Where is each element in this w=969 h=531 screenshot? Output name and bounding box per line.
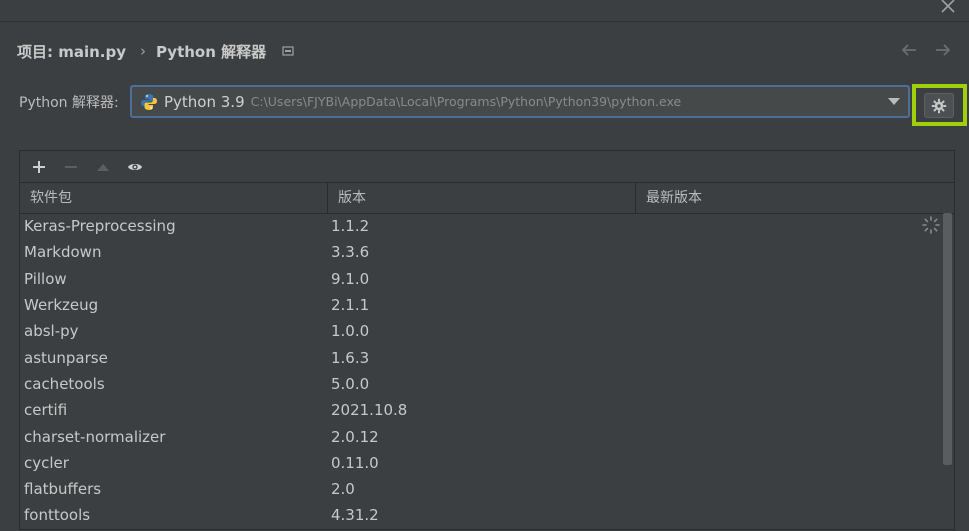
loading-spinner-icon [922,216,940,234]
package-version: 2.1.1 [331,296,370,315]
forward-arrow-icon[interactable] [933,40,953,60]
show-early-releases-button[interactable] [122,155,148,179]
table-row[interactable]: astunparse 1.6.3 [20,344,954,370]
plus-icon [33,160,45,173]
up-icon [97,163,109,171]
packages-toolbar [20,151,954,182]
package-version: 9.1.0 [331,269,370,288]
column-header-latest-version[interactable]: 最新版本 [636,183,954,213]
package-version: 2021.10.8 [331,401,408,420]
table-row[interactable]: Pillow 9.1.0 [20,266,954,292]
package-name: certifi [24,401,68,420]
package-version: 5.0.0 [331,374,370,393]
breadcrumb-project[interactable]: 项目: main.py [17,41,126,62]
interpreter-select[interactable]: Python 3.9 C:\Users\FJYBi\AppData\Local\… [130,85,910,118]
table-row[interactable]: Keras-Preprocessing 1.1.2 [20,213,954,239]
package-name: astunparse [24,348,108,367]
eye-icon [128,163,142,170]
package-name: flatbuffers [24,480,102,499]
table-row[interactable]: absl-py 1.0.0 [20,318,954,344]
package-name: absl-py [24,322,79,341]
package-name: Markdown [24,243,102,262]
table-row[interactable]: Markdown 3.3.6 [20,239,954,265]
upgrade-package-button[interactable] [90,155,116,179]
title-bar [0,0,969,22]
nav-arrows [899,40,953,60]
add-package-button[interactable] [26,155,52,179]
vertical-scrollbar[interactable] [943,213,952,465]
package-name: Werkzeug [24,296,99,315]
chevron-down-icon[interactable] [888,98,900,106]
packages-panel: 软件包 版本 最新版本 Keras-Preprocessing 1.1.2 Mar… [19,150,955,530]
package-version: 3.3.6 [331,243,370,262]
package-name: charset-normalizer [24,427,166,446]
package-name: fonttools [24,506,91,525]
interpreter-name: Python 3.9 [164,92,245,111]
package-version: 2.0.12 [331,427,379,446]
highlight-box [912,84,967,126]
table-row[interactable]: cachetools 5.0.0 [20,371,954,397]
minus-icon [65,165,77,168]
package-version: 0.11.0 [331,453,379,472]
breadcrumb: 项目: main.py › Python 解释器 [17,40,294,62]
interpreter-path: C:\Users\FJYBi\AppData\Local\Programs\Py… [250,94,682,109]
table-row[interactable]: Werkzeug 2.1.1 [20,292,954,318]
package-name: Pillow [24,269,67,288]
table-row[interactable]: fonttools 4.31.2 [20,502,954,528]
gear-icon [931,98,947,113]
package-version: 1.1.2 [331,217,370,236]
back-arrow-icon[interactable] [899,40,919,60]
package-version: 1.6.3 [331,348,370,367]
package-version: 4.31.2 [331,506,379,525]
breadcrumb-separator: › [140,42,147,60]
package-name: Keras-Preprocessing [24,217,176,236]
package-version: 1.0.0 [331,322,370,341]
table-row[interactable]: cycler 0.11.0 [20,450,954,476]
table-header: 软件包 版本 最新版本 [20,182,954,214]
breadcrumb-current: Python 解释器 [156,42,267,61]
interpreter-label: Python 解释器: [19,95,119,111]
column-header-version[interactable]: 版本 [328,183,636,213]
package-name: cycler [24,453,69,472]
close-icon[interactable] [939,0,957,15]
column-header-package[interactable]: 软件包 [20,183,328,213]
package-name: cachetools [24,374,105,393]
interpreter-settings-button[interactable] [924,93,954,118]
table-row[interactable]: charset-normalizer 2.0.12 [20,423,954,449]
python-logo-icon [141,93,157,110]
remove-package-button[interactable] [58,155,84,179]
table-row[interactable]: certifi 2021.10.8 [20,397,954,423]
packages-table-body: Keras-Preprocessing 1.1.2 Markdown 3.3.6 P… [20,213,954,531]
package-version: 2.0 [331,480,355,499]
table-row[interactable]: flatbuffers 2.0 [20,476,954,502]
page-icon [282,46,294,56]
